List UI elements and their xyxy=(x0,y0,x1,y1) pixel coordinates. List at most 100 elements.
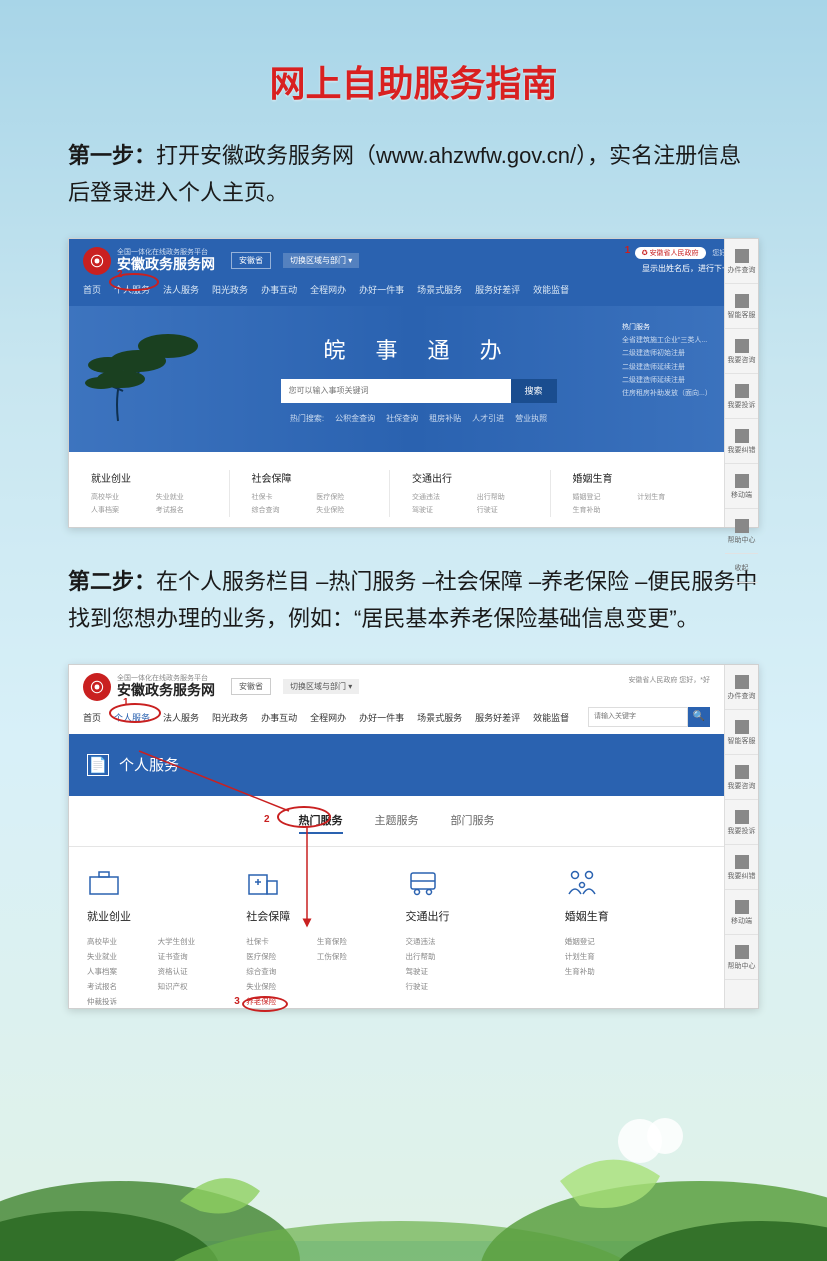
svc-link[interactable]: 大学生创业 xyxy=(158,934,229,949)
nav-home[interactable]: 首页 xyxy=(83,711,101,724)
circle-annotation-2 xyxy=(109,703,161,723)
step-1-label: 第一步： xyxy=(68,143,156,168)
svc-link[interactable]: 行驶证 xyxy=(406,979,477,994)
rail-item[interactable]: 办件查询 xyxy=(725,665,758,710)
hot-link[interactable]: 社保查询 xyxy=(386,413,418,424)
svc-link[interactable]: 资格认证 xyxy=(158,964,229,979)
nav-online[interactable]: 全程网办 xyxy=(310,711,346,724)
rail-label: 帮助中心 xyxy=(728,963,756,970)
step-1-body: 打开安徽政务服务网（www.ahzwfw.gov.cn/），实名注册信息后登录进… xyxy=(68,143,741,205)
nav-scene[interactable]: 场景式服务 xyxy=(417,711,462,724)
switch-region-btn[interactable]: 切换区域与部门 ▾ xyxy=(283,679,359,694)
card-link[interactable]: 驾驶证 xyxy=(412,504,477,517)
step-2-text: 第二步：在个人服务栏目 –热门服务 –社会保障 –养老保险 –便民服务中找到您想… xyxy=(0,563,827,656)
hot-search-links: 热门搜索: 公积金查询 社保查询 租房补贴 人才引进 营业执照 xyxy=(223,403,614,424)
search-input[interactable] xyxy=(281,379,511,403)
svc-link[interactable]: 人事档案 xyxy=(87,964,158,979)
rail-item[interactable]: 我要纠错 xyxy=(725,419,758,464)
svc-link[interactable]: 知识产权 xyxy=(158,979,229,994)
mobile-icon xyxy=(735,474,749,488)
correct-icon xyxy=(735,429,749,443)
nav-legal[interactable]: 法人服务 xyxy=(163,283,199,296)
category-cards: 就业创业 高校毕业失业就业人事档案考试报名 社会保障 社保卡医疗保险综合查询失业… xyxy=(69,452,724,538)
card-link[interactable]: 综合查询 xyxy=(252,504,317,517)
svc-link[interactable]: 失业保险 xyxy=(246,979,317,994)
rail-item[interactable]: 收起 xyxy=(725,554,758,582)
svc-link[interactable]: 工伤保险 xyxy=(317,949,388,964)
rail-item[interactable]: 移动端 xyxy=(725,890,758,935)
rail-item[interactable]: 智能客服 xyxy=(725,710,758,755)
card-link[interactable]: 医疗保险 xyxy=(316,491,381,504)
hot-link[interactable]: 租房补贴 xyxy=(429,413,461,424)
card-link[interactable]: 计划生育 xyxy=(637,491,702,504)
card-link[interactable]: 出行帮助 xyxy=(477,491,542,504)
card-link[interactable]: 高校毕业 xyxy=(91,491,156,504)
nav-legal[interactable]: 法人服务 xyxy=(163,711,199,724)
svc-link[interactable]: 证书查询 xyxy=(158,949,229,964)
svc-link[interactable]: 出行帮助 xyxy=(406,949,477,964)
rail-item[interactable]: 我要咨询 xyxy=(725,755,758,800)
nav-online[interactable]: 全程网办 xyxy=(310,283,346,296)
nav-scene[interactable]: 场景式服务 xyxy=(417,283,462,296)
card-link[interactable]: 考试报名 xyxy=(156,504,221,517)
card-link[interactable]: 人事档案 xyxy=(91,504,156,517)
nav-sunshine[interactable]: 阳光政务 xyxy=(212,711,248,724)
card-link[interactable]: 失业保险 xyxy=(316,504,381,517)
rail-item[interactable]: 帮助中心 xyxy=(725,509,758,554)
svc-link[interactable]: 高校毕业 xyxy=(87,934,158,949)
svc-link[interactable]: 婚姻登记 xyxy=(565,934,636,949)
svc-link[interactable]: 计划生育 xyxy=(565,949,636,964)
svc-link[interactable]: 交通违法 xyxy=(406,934,477,949)
svc-link[interactable]: 综合查询 xyxy=(246,964,317,979)
svc-link[interactable]: 医疗保险 xyxy=(246,949,317,964)
hot-link[interactable]: 公积金查询 xyxy=(335,413,375,424)
rail-item[interactable]: 我要投诉 xyxy=(725,374,758,419)
card-link[interactable]: 婚姻登记 xyxy=(573,491,638,504)
svc-link[interactable] xyxy=(317,964,388,979)
user-badge[interactable]: ✪ 安徽省人民政府 xyxy=(635,247,706,259)
rail-item[interactable]: 智能客服 xyxy=(725,284,758,329)
nav-review[interactable]: 服务好差评 xyxy=(475,711,520,724)
nav-efficiency[interactable]: 效能监督 xyxy=(533,283,569,296)
card-link[interactable]: 交通违法 xyxy=(412,491,477,504)
tab-dept[interactable]: 部门服务 xyxy=(451,812,495,834)
search-button[interactable]: 搜索 xyxy=(511,379,557,403)
rail-item[interactable]: 我要咨询 xyxy=(725,329,758,374)
rail-label: 办件查询 xyxy=(728,693,756,700)
svc-link[interactable]: 生育保险 xyxy=(317,934,388,949)
rail-item[interactable]: 我要纠错 xyxy=(725,845,758,890)
svc-link[interactable]: 仲裁投诉 xyxy=(87,994,158,1009)
rail-label: 我要咨询 xyxy=(728,783,756,790)
card-link[interactable]: 社保卡 xyxy=(252,491,317,504)
card-link[interactable]: 行驶证 xyxy=(477,504,542,517)
svc-link[interactable]: 失业就业 xyxy=(87,949,158,964)
svc-link[interactable] xyxy=(317,979,388,994)
rail-item[interactable]: 办件查询 xyxy=(725,239,758,284)
nav-home[interactable]: 首页 xyxy=(83,283,101,296)
nav-interact[interactable]: 办事互动 xyxy=(261,711,297,724)
switch-region-btn[interactable]: 切换区域与部门 ▾ xyxy=(283,253,359,268)
province-btn[interactable]: 安徽省 xyxy=(231,678,271,695)
bus-icon xyxy=(406,867,440,897)
tab-topic[interactable]: 主题服务 xyxy=(375,812,419,834)
hot-link[interactable]: 营业执照 xyxy=(515,413,547,424)
svc-link[interactable]: 考试报名 xyxy=(87,979,158,994)
svc-link[interactable]: 生育补助 xyxy=(565,964,636,979)
rail-item[interactable]: 移动端 xyxy=(725,464,758,509)
nav-efficiency[interactable]: 效能监督 xyxy=(533,711,569,724)
card-link[interactable]: 失业就业 xyxy=(156,491,221,504)
nav-sunshine[interactable]: 阳光政务 xyxy=(212,283,248,296)
nav-onething[interactable]: 办好一件事 xyxy=(359,283,404,296)
nav-review[interactable]: 服务好差评 xyxy=(475,283,520,296)
card-link[interactable]: 生育补助 xyxy=(573,504,638,517)
logo-icon: ⦿ xyxy=(83,673,111,701)
svc-link[interactable]: 社保卡 xyxy=(246,934,317,949)
nav-onething[interactable]: 办好一件事 xyxy=(359,711,404,724)
briefcase-icon xyxy=(87,867,121,897)
province-btn[interactable]: 安徽省 xyxy=(231,252,271,269)
svc-link[interactable]: 驾驶证 xyxy=(406,964,477,979)
hot-link[interactable]: 人才引进 xyxy=(472,413,504,424)
nav-interact[interactable]: 办事互动 xyxy=(261,283,297,296)
rail-item[interactable]: 我要投诉 xyxy=(725,800,758,845)
rail-item[interactable]: 帮助中心 xyxy=(725,935,758,980)
